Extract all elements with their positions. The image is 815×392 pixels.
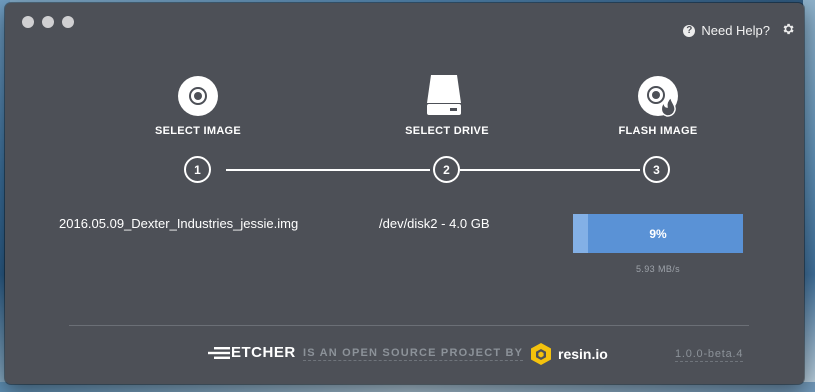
- etcher-speed-lines-icon: [208, 346, 230, 359]
- resin-logo[interactable]: resin.io: [530, 342, 608, 366]
- step-connector-2-3: [460, 169, 640, 171]
- desktop-wallpaper-right: [803, 0, 815, 392]
- step-label-select-drive: SELECT DRIVE: [405, 125, 489, 137]
- etcher-window: ? Need Help? SELECT IMAGE SELECT DRIVE F…: [5, 3, 804, 384]
- window-controls: [22, 16, 74, 28]
- minimize-window-button[interactable]: [42, 16, 54, 28]
- step-label-flash-image: FLASH IMAGE: [618, 125, 698, 137]
- gear-icon[interactable]: [781, 22, 795, 36]
- progress-percent: 9%: [649, 226, 667, 241]
- step-label-select-image: SELECT IMAGE: [154, 125, 242, 137]
- step-circle-1: 1: [184, 156, 211, 183]
- step-connector-1-2: [226, 169, 430, 171]
- selected-drive: /dev/disk2 - 4.0 GB: [379, 216, 490, 231]
- flash-progress-button[interactable]: 9%: [573, 214, 743, 253]
- flash-speed: 5.93 MB/s: [635, 264, 681, 274]
- need-help-link[interactable]: ? Need Help?: [683, 23, 770, 38]
- resin-cube-icon: [531, 343, 551, 365]
- need-help-label: Need Help?: [701, 23, 770, 38]
- close-window-button[interactable]: [22, 16, 34, 28]
- zoom-window-button[interactable]: [62, 16, 74, 28]
- etcher-logo[interactable]: ETCHER: [208, 344, 296, 361]
- selected-image-name: 2016.05.09_Dexter_Industries_jessie.img: [59, 216, 299, 231]
- open-source-tagline[interactable]: IS AN OPEN SOURCE PROJECT BY: [303, 347, 524, 361]
- question-circle-icon: ?: [683, 24, 696, 37]
- step-circle-2: 2: [433, 156, 460, 183]
- step-circle-3: 3: [643, 156, 670, 183]
- flash-disc-icon: [638, 76, 678, 117]
- etcher-brand: ETCHER: [231, 344, 296, 361]
- drive-icon: [427, 75, 461, 115]
- resin-brand: resin.io: [558, 346, 608, 362]
- footer-divider: [69, 325, 749, 326]
- app-version[interactable]: 1.0.0-beta.4: [675, 348, 744, 362]
- disc-icon: [178, 76, 218, 116]
